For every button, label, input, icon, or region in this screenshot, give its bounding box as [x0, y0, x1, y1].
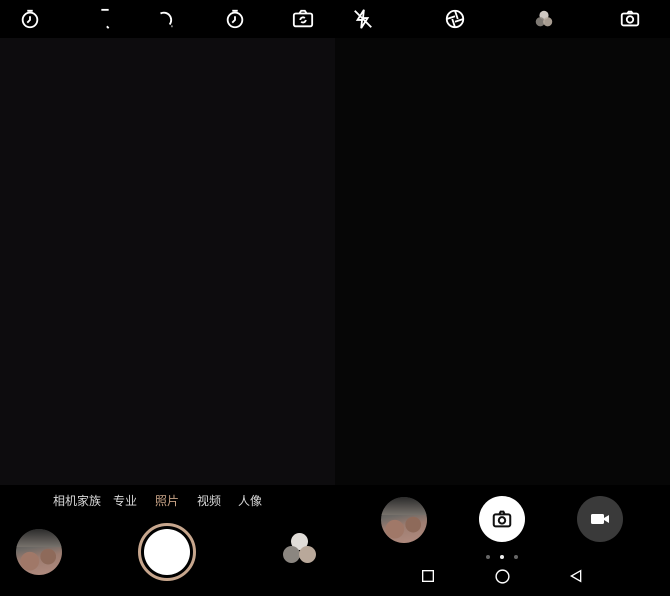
- left-top-bar: [0, 0, 335, 38]
- circle-icon: [494, 568, 510, 584]
- right-viewfinder[interactable]: [335, 38, 670, 485]
- filter-icon[interactable]: [282, 533, 318, 569]
- timer-icon[interactable]: [222, 6, 248, 32]
- triangle-back-icon: [569, 569, 582, 583]
- mode-photo[interactable]: 照片: [155, 492, 179, 509]
- left-viewfinder[interactable]: [0, 38, 335, 485]
- pager-dot-active: [500, 555, 504, 559]
- gallery-thumbnail[interactable]: [16, 529, 62, 575]
- mode-portrait[interactable]: 人像: [238, 492, 262, 509]
- camera-icon: [492, 510, 512, 528]
- left-camera-screen: 相机家族 专业 照片 视频 人像: [0, 0, 335, 596]
- mode-pro[interactable]: 专业: [113, 492, 137, 509]
- right-top-bar: [335, 0, 670, 38]
- switch-camera-icon[interactable]: [290, 6, 316, 32]
- video-mode-button[interactable]: [577, 496, 623, 542]
- filter-icon[interactable]: [531, 6, 557, 32]
- square-icon: [422, 570, 434, 582]
- mode-bar: 相机家族 专业 照片 视频 人像: [0, 492, 335, 512]
- aperture-icon[interactable]: [153, 6, 179, 32]
- video-camera-icon: [591, 514, 609, 524]
- back-button[interactable]: [567, 567, 585, 585]
- pager-dot: [514, 555, 518, 559]
- recent-apps-button[interactable]: [419, 567, 437, 585]
- filter-bubble: [283, 546, 300, 563]
- right-camera-screen: [335, 0, 670, 596]
- gallery-thumbnail[interactable]: [381, 497, 427, 543]
- mode-video[interactable]: 视频: [197, 492, 221, 509]
- flash-off-icon[interactable]: [350, 6, 376, 32]
- mode-camera-family[interactable]: 相机家族: [53, 492, 101, 509]
- filter-bubble: [299, 546, 316, 563]
- flash-icon[interactable]: [92, 6, 118, 32]
- pager-dot: [486, 555, 490, 559]
- shutter-inner: [144, 529, 190, 575]
- shutter-button[interactable]: [138, 523, 196, 581]
- photo-mode-button[interactable]: [479, 496, 525, 542]
- aperture-icon[interactable]: [442, 6, 468, 32]
- switch-camera-icon[interactable]: [617, 6, 643, 32]
- home-button[interactable]: [493, 567, 511, 585]
- timer-icon[interactable]: [17, 6, 43, 32]
